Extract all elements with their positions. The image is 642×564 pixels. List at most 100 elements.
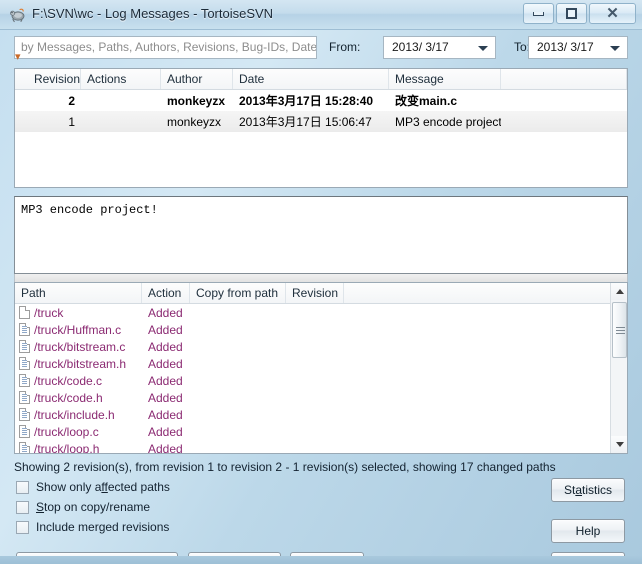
from-date-value: 2013/ 3/17 — [392, 40, 449, 54]
column-header-copy-from-path[interactable]: Copy from path — [190, 283, 286, 303]
cell-path: /truck/loop.h — [15, 441, 142, 454]
path-text: /truck/bitstream.h — [34, 356, 127, 371]
search-icon: ▾ — [15, 51, 21, 63]
checkbox-show-only-affected-paths[interactable]: Show only affected paths — [16, 480, 170, 494]
document-text-icon — [19, 323, 30, 336]
column-header-path-revision[interactable]: Revision — [286, 283, 344, 303]
cell-path: /truck/bitstream.c — [15, 340, 142, 354]
cell-date: 2013年3月17日 15:28:40 — [239, 94, 374, 108]
document-text-icon — [19, 442, 30, 453]
scrollbar-thumb[interactable] — [612, 302, 627, 358]
document-text-icon — [19, 391, 30, 404]
cell-path: /truck/code.h — [15, 391, 142, 405]
cell-path: /truck/include.h — [15, 408, 142, 422]
cell-action: Added — [148, 322, 183, 337]
checkbox-include-merged-revisions[interactable]: Include merged revisions — [16, 520, 169, 534]
restore-button[interactable] — [556, 3, 587, 24]
window-bottom-edge — [0, 556, 642, 564]
checkbox-stop-on-copy-rename[interactable]: Stop on copy/rename — [16, 500, 150, 514]
path-text: /truck/code.h — [34, 390, 103, 405]
cell-action: Added — [148, 390, 183, 405]
checkbox-label: Include merged revisions — [36, 520, 170, 534]
path-row[interactable]: /truck/loop.c Added — [15, 423, 627, 440]
path-row[interactable]: /truck/bitstream.h Added — [15, 355, 627, 372]
commit-message-pane[interactable]: MP3 encode project! — [14, 196, 628, 274]
revision-list-header: Revision Actions Author Date Message — [15, 69, 627, 90]
path-row[interactable]: /truck/bitstream.c Added — [15, 338, 627, 355]
revision-list[interactable]: Revision Actions Author Date Message 2 m… — [14, 68, 628, 188]
path-list-header: Path Action Copy from path Revision — [15, 283, 627, 304]
window-controls: ✕ — [523, 3, 636, 24]
chevron-down-icon[interactable] — [610, 46, 620, 51]
path-text: /truck/loop.c — [34, 424, 99, 439]
cell-revision: 1 — [68, 114, 75, 129]
cell-path: /truck/loop.c — [15, 425, 142, 439]
column-header-path-spacer — [344, 283, 627, 303]
table-row[interactable]: 2 monkeyzx 2013年3月17日 15:28:40 改变main.c — [15, 90, 627, 111]
commit-message-text: MP3 encode project! — [21, 203, 158, 217]
path-rows-container: /truck Added/truck/Huffman.c Added/truck/b… — [15, 304, 627, 454]
minimize-button[interactable] — [523, 3, 554, 24]
path-text: /truck/bitstream.c — [34, 339, 126, 354]
column-header-author[interactable]: Author — [161, 69, 233, 89]
scroll-down-button[interactable] — [611, 436, 627, 453]
cell-message: 改变main.c — [395, 94, 458, 108]
dialog-client-area: by Messages, Paths, Authors, Revisions, … — [0, 30, 642, 564]
column-header-actions[interactable]: Actions — [81, 69, 161, 89]
title-bar: F:\SVN\wc - Log Messages - TortoiseSVN ✕ — [0, 0, 642, 30]
help-button[interactable]: Help — [551, 519, 625, 543]
to-date-picker[interactable]: 2013/ 3/17 — [528, 36, 628, 59]
cell-action: Added — [148, 305, 183, 320]
scroll-up-button[interactable] — [611, 283, 627, 300]
document-blank-icon — [19, 306, 30, 319]
path-row[interactable]: /truck/code.h Added — [15, 389, 627, 406]
from-date-picker[interactable]: 2013/ 3/17 — [383, 36, 496, 59]
path-row[interactable]: /truck Added — [15, 304, 627, 321]
cell-revision: 2 — [68, 93, 75, 108]
table-row[interactable]: 1 monkeyzx 2013年3月17日 15:06:47 MP3 encod… — [15, 111, 627, 132]
search-input[interactable]: by Messages, Paths, Authors, Revisions, … — [14, 36, 317, 59]
minimize-icon — [533, 11, 544, 16]
chevron-up-icon — [615, 289, 624, 294]
document-text-icon — [19, 357, 30, 370]
column-header-spacer — [501, 69, 627, 89]
status-text: Showing 2 revision(s), from revision 1 t… — [14, 460, 556, 474]
path-row[interactable]: /truck/include.h Added — [15, 406, 627, 423]
path-text: /truck/Huffman.c — [34, 322, 122, 337]
column-header-path[interactable]: Path — [15, 283, 142, 303]
path-row[interactable]: /truck/Huffman.c Added — [15, 321, 627, 338]
cell-path: /truck/bitstream.h — [15, 357, 142, 371]
close-icon: ✕ — [606, 5, 619, 22]
tortoisesvn-turtle-icon — [10, 8, 25, 23]
document-text-icon — [19, 425, 30, 438]
path-text: /truck/code.c — [34, 373, 103, 388]
cell-path: /truck/Huffman.c — [15, 323, 142, 337]
cell-author: monkeyzx — [167, 93, 226, 108]
cell-action: Added — [148, 356, 183, 371]
document-text-icon — [19, 340, 30, 353]
help-label: Help — [575, 524, 601, 538]
statistics-button[interactable]: Statistics — [551, 478, 625, 502]
checkbox-box-icon[interactable] — [16, 480, 29, 494]
path-row[interactable]: /truck/code.c Added — [15, 372, 627, 389]
column-header-date[interactable]: Date — [233, 69, 389, 89]
column-header-message[interactable]: Message — [389, 69, 501, 89]
cell-action: Added — [148, 441, 183, 454]
checkbox-box-icon[interactable] — [16, 520, 29, 534]
cell-path: /truck/code.c — [15, 374, 142, 388]
restore-icon — [566, 8, 577, 19]
path-row[interactable]: /truck/loop.h Added — [15, 440, 627, 454]
filter-bar: by Messages, Paths, Authors, Revisions, … — [0, 36, 642, 64]
path-text: /truck/loop.h — [34, 441, 100, 454]
column-header-revision[interactable]: Revision — [15, 69, 81, 89]
document-text-icon — [19, 374, 30, 387]
column-header-action[interactable]: Action — [142, 283, 190, 303]
cell-author: monkeyzx — [167, 114, 222, 129]
path-list-scrollbar[interactable] — [610, 283, 627, 453]
cell-action: Added — [148, 339, 183, 354]
checkbox-box-icon[interactable] — [16, 500, 29, 514]
close-button[interactable]: ✕ — [589, 3, 636, 24]
chevron-down-icon[interactable] — [478, 46, 488, 51]
path-text: /truck — [34, 305, 64, 320]
changed-paths-list[interactable]: Path Action Copy from path Revision /tru… — [14, 282, 628, 454]
